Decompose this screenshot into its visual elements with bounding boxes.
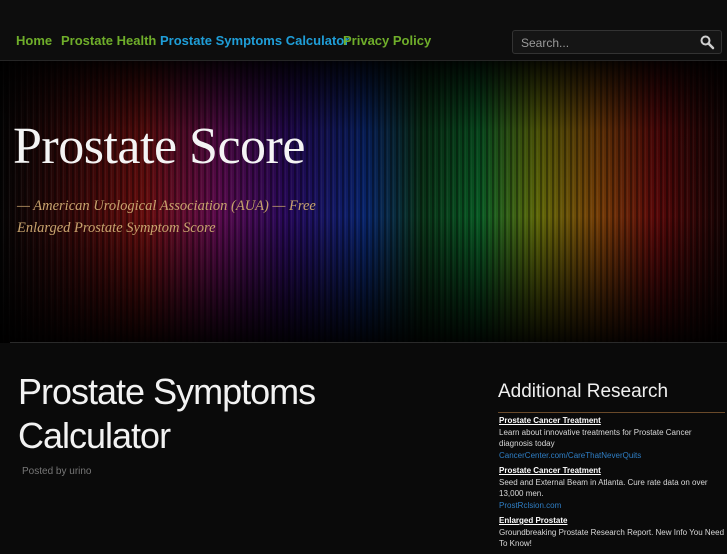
sidebar-title: Additional Research [498,381,669,402]
ad-item: Prostate Cancer Treatment Seed and Exter… [499,465,725,511]
search-input[interactable] [519,33,693,53]
ad-title-link[interactable]: Prostate Cancer Treatment [499,415,725,427]
nav-privacy-policy[interactable]: Privacy Policy [343,33,431,48]
post-title[interactable]: Prostate Symptoms Calculator [18,370,338,458]
ad-title-link[interactable]: Enlarged Prostate [499,515,725,527]
nav-prostate-health[interactable]: Prostate Health [61,33,156,48]
ad-item: Enlarged Prostate Groundbreaking Prostat… [499,515,725,550]
header-banner: Prostate Score — American Urological Ass… [0,61,727,343]
site-tagline: — American Urological Association (AUA) … [17,198,316,236]
post-meta: Posted by urino [22,466,92,477]
nav-home[interactable]: Home [16,33,52,48]
sidebar-rule [498,412,725,413]
ad-title-link[interactable]: Prostate Cancer Treatment [499,465,725,477]
top-nav: Home Prostate Health Prostate Symptoms C… [0,0,727,61]
magnifier-icon[interactable] [699,34,715,50]
content-divider [10,342,727,343]
ad-url-link[interactable]: CancerCenter.com/CareThatNeverQuits [499,450,725,462]
ad-description: Groundbreaking Prostate Research Report.… [499,527,725,549]
site-title[interactable]: Prostate Score [13,117,305,176]
ad-description: Seed and External Beam in Atlanta. Cure … [499,477,708,499]
ad-item: Prostate Cancer Treatment Learn about in… [499,415,725,461]
ad-url-link[interactable]: ProstRclsion.com [499,500,725,512]
nav-prostate-symptoms-calculator[interactable]: Prostate Symptoms Calculator [160,33,349,48]
ad-description: Learn about innovative treatments for Pr… [499,427,692,449]
ad-list: Prostate Cancer Treatment Learn about in… [499,415,725,554]
search-box [512,30,722,54]
